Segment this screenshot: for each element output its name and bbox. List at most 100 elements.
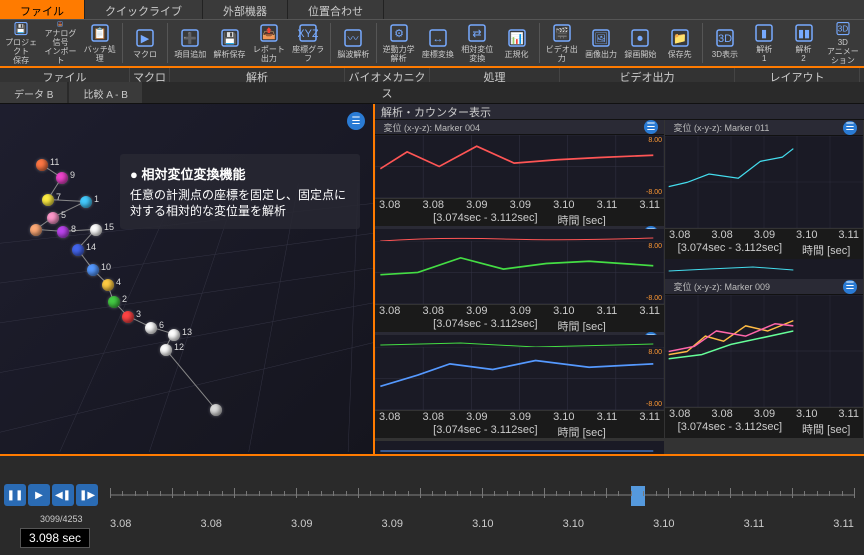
marker-point[interactable] [30,224,42,236]
chart-plot[interactable] [665,295,863,408]
chart-menu-button[interactable] [644,120,658,134]
ribbon-脳波解析[interactable]: 〰脳波解析 [334,21,372,65]
svg-text:3D: 3D [838,25,849,34]
marker-point[interactable] [47,212,59,224]
marker-point[interactable] [57,226,69,238]
chart-menu-button[interactable] [843,280,857,294]
timeline-tick: 3.08 [110,518,131,530]
chart-plot[interactable] [665,136,863,229]
ribbon-3D表示[interactable]: 3D3D表示 [706,21,744,65]
ribbon-座標変換[interactable]: ↔座標変換 [419,21,457,65]
chart-mini[interactable] [665,259,863,279]
ribbon-項目追加[interactable]: ➕項目追加 [171,21,209,65]
top-tab-1[interactable]: クイックライブ [85,0,203,19]
timeline-tick: 3.10 [472,518,493,530]
timeline-tick: 3.11 [744,518,765,530]
chart-plot[interactable]: 8.00-8.00 [375,241,664,305]
marker-label: 10 [101,262,111,272]
marker-point[interactable] [102,279,114,291]
timeline-track[interactable] [110,476,854,516]
marker-point[interactable] [108,296,120,308]
ribbon-プロジェクト-保存[interactable]: 💾プロジェクト保存 [2,21,40,65]
marker-point[interactable] [122,311,134,323]
chart-xticks: 3.083.083.093.093.103.113.11 [375,199,664,211]
marker-label: 2 [122,294,127,304]
ribbon-group: ファイル [0,68,130,82]
svg-text:⇄: ⇄ [473,28,482,40]
chart-xticks: 3.083.083.093.103.11 [665,229,863,241]
viewport-3d[interactable]: 119715815141042361312 ● 相対変位変換機能 任意の計測点の… [0,104,375,454]
timeline-tick: 3.10 [653,518,674,530]
ribbon-group: ビデオ出力 [560,68,735,82]
step-fwd-button[interactable]: ❚▶ [76,484,98,506]
work-tab-1[interactable]: 比較 A - B [69,82,141,103]
marker-point[interactable] [56,172,68,184]
top-tab-0[interactable]: ファイル [0,0,85,19]
charts-header: 解析・カウンター表示 [375,104,864,120]
ribbon-逆動力学解析[interactable]: ⚙逆動力学解析 [379,21,417,65]
ribbon-正規化[interactable]: 📊正規化 [497,21,535,65]
marker-point[interactable] [72,244,84,256]
overlay-title: ● 相対変位変換機能 [130,164,350,183]
svg-text:🎬: 🎬 [555,27,569,40]
svg-text:📁: 📁 [673,33,687,45]
chart-range: [3.074sec - 3.112sec]時間 [sec] [665,241,863,259]
ribbon-保存先[interactable]: 📁保存先 [661,21,699,65]
timeline-handle[interactable] [631,486,645,506]
ribbon-アナログ信号-インポート[interactable]: 📥アナログ信号インポート [41,21,79,65]
marker-label: 1 [94,194,99,204]
chart-xticks: 3.083.083.093.093.103.113.11 [375,305,664,317]
marker-label: 12 [174,342,184,352]
marker-label: 13 [182,327,192,337]
ribbon-解析保存[interactable]: 💾解析保存 [210,21,248,65]
ribbon-解析-1[interactable]: ▮解析1 [745,21,783,65]
marker-point[interactable] [90,224,102,236]
chart-title: 変位 (x-y-z): Marker 004 [375,120,664,135]
top-tab-3[interactable]: 位置合わせ [288,0,384,19]
marker-label: 15 [104,222,114,232]
step-back-button[interactable]: ◀❚ [52,484,74,506]
viewport-menu-button[interactable] [347,112,365,130]
ribbon-ビデオ出力[interactable]: 🎬ビデオ出力 [543,21,581,65]
top-tab-2[interactable]: 外部機器 [203,0,288,19]
ribbon-座標グラフ[interactable]: XYZ座標グラフ [289,21,327,65]
work-tab-0[interactable]: データ B [0,82,67,103]
marker-point[interactable] [145,322,157,334]
chart-menu-button[interactable] [843,121,857,135]
marker-label: 5 [61,210,66,220]
chart-xticks: 3.083.083.093.093.103.113.11 [375,411,664,423]
chart-plot[interactable]: 8.00-8.00 [375,347,664,411]
marker-point[interactable] [36,159,48,171]
timeline-tick: 3.08 [201,518,222,530]
svg-text:⏺: ⏺ [638,33,644,45]
marker-point[interactable] [42,194,54,206]
ribbon-マクロ[interactable]: ▶マクロ [126,21,164,65]
ribbon-3D-アニメーション[interactable]: 3D3Dアニメーション [824,21,862,65]
marker-point[interactable] [160,344,172,356]
ribbon-画像出力[interactable]: 🖼画像出力 [582,21,620,65]
svg-text:↔: ↔ [432,33,443,45]
marker-point[interactable] [87,264,99,276]
ribbon-レポート出力[interactable]: 📤レポート出力 [250,21,288,65]
marker-label: 7 [56,192,61,202]
svg-text:📤: 📤 [262,27,276,40]
timeline-tick: 3.11 [833,518,854,530]
frame-counter: 3099/4253 [40,514,83,524]
play-button[interactable]: ▶ [28,484,50,506]
chart-xticks: 3.083.083.093.103.11 [665,408,863,420]
marker-point[interactable] [80,196,92,208]
ribbon-解析-2[interactable]: ▮▮解析2 [784,21,822,65]
pause-button[interactable]: ❚❚ [4,484,26,506]
info-overlay: ● 相対変位変換機能 任意の計測点の座標を固定し、固定点に対する相対的な変位量を… [120,154,360,229]
ribbon-相対変位変換[interactable]: ⇄相対変位変換 [458,21,496,65]
ribbon-バッチ処理[interactable]: 📋バッチ処理 [81,21,119,65]
marker-point[interactable] [210,404,222,416]
svg-text:➕: ➕ [183,32,197,45]
timeline-tick: 3.09 [382,518,403,530]
marker-label: 3 [136,309,141,319]
chart-plot[interactable]: 8.00-8.00 [375,135,664,199]
marker-point[interactable] [168,329,180,341]
svg-text:💾: 💾 [16,24,26,34]
ribbon-group: 処理 [430,68,560,82]
ribbon-録画開始[interactable]: ⏺録画開始 [621,21,659,65]
